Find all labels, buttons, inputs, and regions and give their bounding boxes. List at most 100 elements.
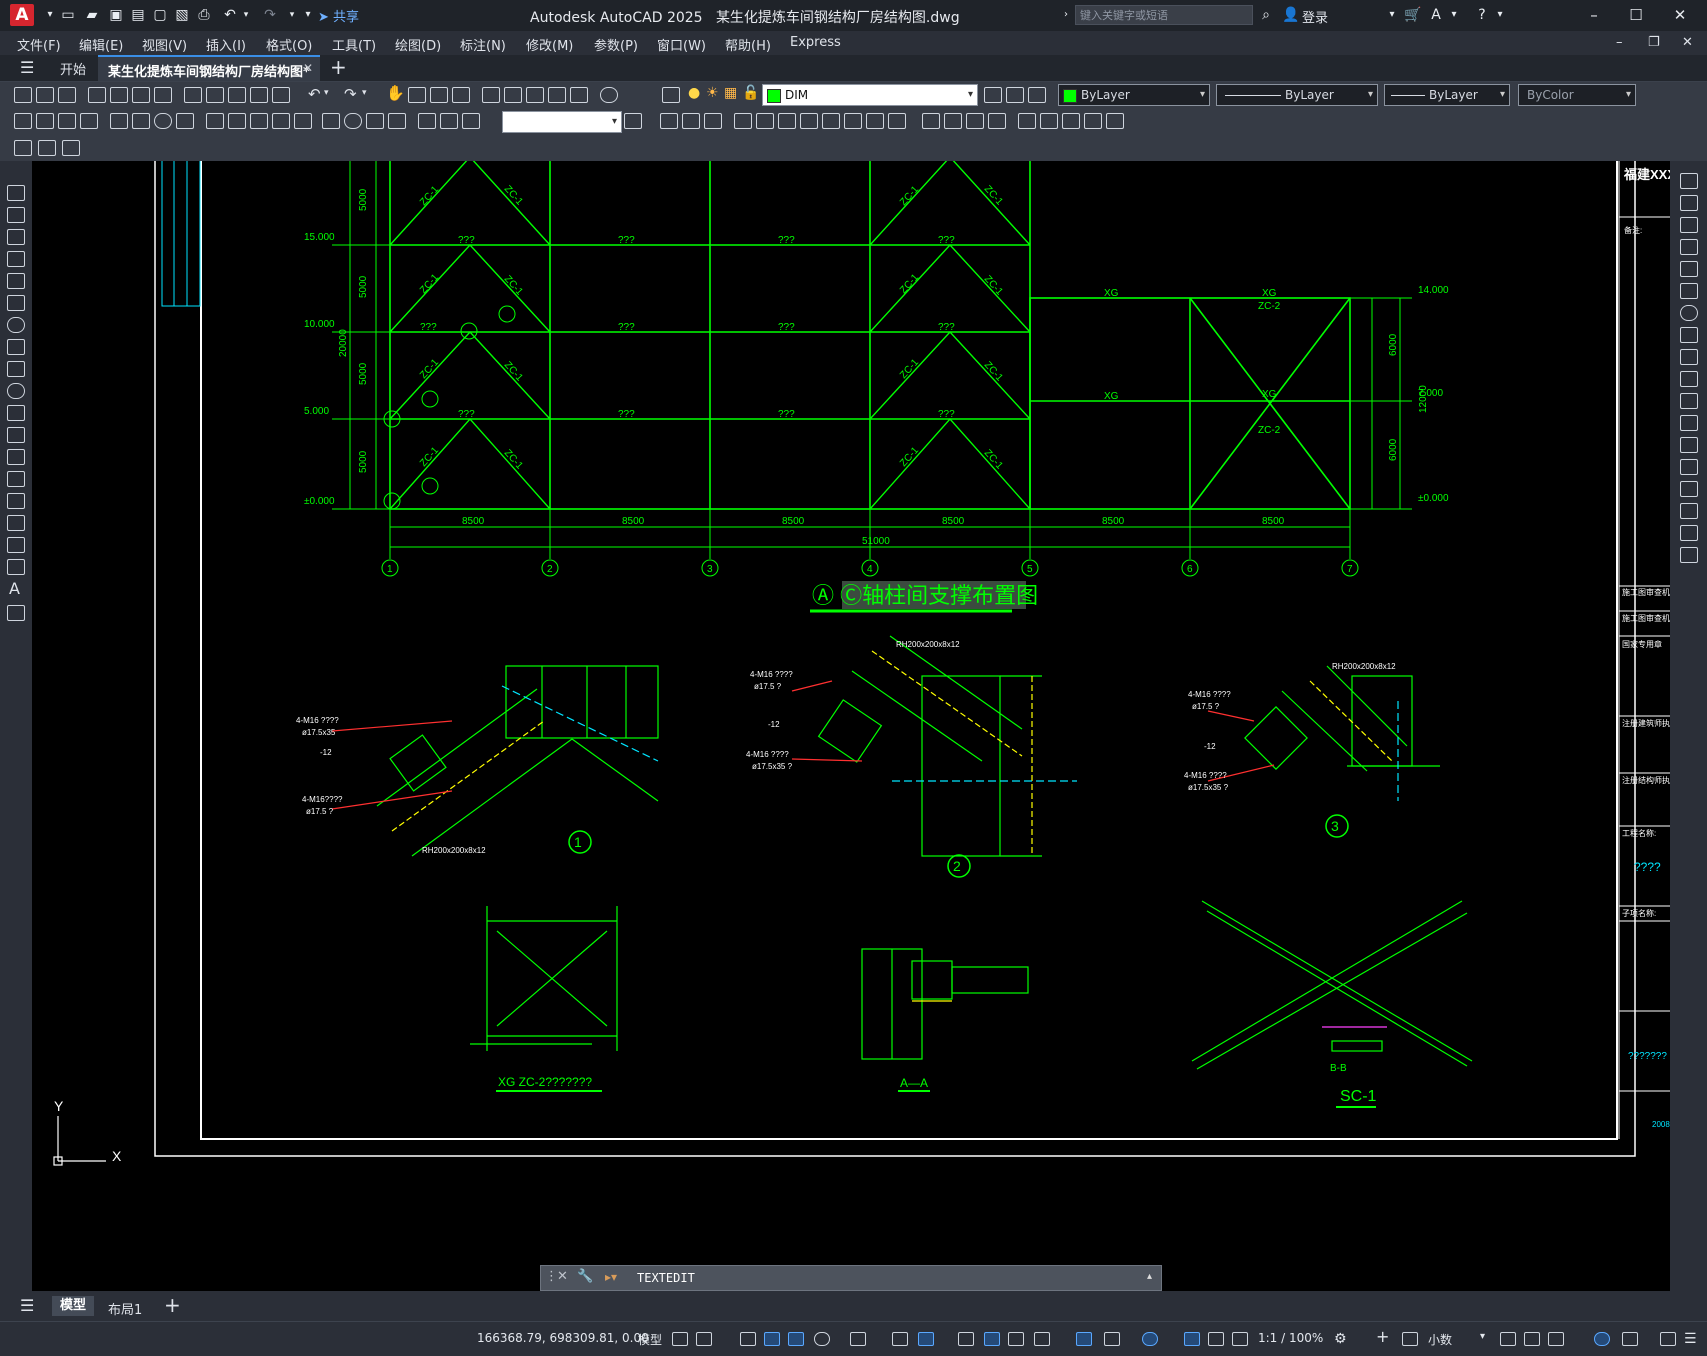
search-input[interactable]: 键入关键字或短语: [1075, 5, 1253, 25]
line-icon[interactable]: [7, 185, 25, 201]
extend-icon[interactable]: [1680, 393, 1698, 409]
help-tool-icon[interactable]: [600, 87, 618, 103]
autocad-logo-icon[interactable]: A: [10, 4, 34, 26]
center-mark-icon[interactable]: [344, 113, 362, 129]
rotate-icon[interactable]: [1680, 305, 1698, 321]
undo-tool-dropdown-icon[interactable]: ▾: [324, 88, 329, 98]
help-icon[interactable]: ?: [1474, 7, 1490, 23]
search-expand-icon[interactable]: ›: [1058, 7, 1074, 23]
close-window-button[interactable]: ✕: [1660, 4, 1700, 26]
markup-icon[interactable]: [570, 87, 588, 103]
lineweight-icon[interactable]: [958, 1332, 974, 1346]
trim-icon[interactable]: [1680, 371, 1698, 387]
quick-dim-icon[interactable]: [206, 113, 224, 129]
3d-print-icon[interactable]: [154, 87, 172, 103]
spline-icon[interactable]: [7, 361, 25, 377]
polygon-icon[interactable]: [7, 251, 25, 267]
aligned-dim-icon[interactable]: [36, 113, 54, 129]
autodesk-a360-icon[interactable]: A: [1428, 7, 1444, 23]
redo-icon[interactable]: ↷: [262, 7, 278, 23]
hatch-icon[interactable]: [7, 493, 25, 509]
coordinate-readout[interactable]: 166368.79, 698309.81, 0.00: [477, 1331, 649, 1345]
doc-close-button[interactable]: ✕: [1682, 35, 1693, 50]
ellipse-icon[interactable]: [7, 383, 25, 399]
zoom-realtime-icon[interactable]: [408, 87, 426, 103]
color-dropdown[interactable]: ByLayer ▾: [1058, 84, 1210, 106]
add-selected-icon[interactable]: [7, 605, 25, 621]
menu-window[interactable]: 窗口(W): [657, 35, 706, 54]
dim-style-dropdown[interactable]: ▾: [502, 111, 622, 133]
layer-isolate-icon[interactable]: [38, 140, 56, 156]
tab-model[interactable]: 模型: [52, 1296, 94, 1316]
a360-dropdown-icon[interactable]: ▾: [1446, 7, 1462, 23]
array-icon[interactable]: [1680, 261, 1698, 277]
circle-icon[interactable]: [7, 317, 25, 333]
offset-icon[interactable]: [1680, 239, 1698, 255]
blend-curves-icon[interactable]: [1680, 525, 1698, 541]
multiline-text-icon[interactable]: A: [9, 579, 20, 598]
match-properties-icon[interactable]: [250, 87, 268, 103]
sweep-icon[interactable]: [778, 113, 796, 129]
search-icon[interactable]: ⌕: [1258, 7, 1274, 23]
workspace-gear-icon[interactable]: ⚙: [1334, 1331, 1347, 1347]
selection-cycling-icon[interactable]: [1008, 1332, 1024, 1346]
redo-tool-dropdown-icon[interactable]: ▾: [362, 88, 367, 98]
radius-dim-icon[interactable]: [110, 113, 128, 129]
selection-filter-icon[interactable]: [1104, 1332, 1120, 1346]
publish-icon[interactable]: [132, 87, 150, 103]
move-icon[interactable]: [1680, 283, 1698, 299]
scale-icon[interactable]: [1680, 327, 1698, 343]
save-as-icon[interactable]: ▤: [130, 7, 146, 23]
redo-dropdown-icon[interactable]: ▾: [284, 7, 300, 23]
snap-mode-icon[interactable]: [696, 1332, 712, 1346]
jogged-dim-icon[interactable]: [132, 113, 150, 129]
imprint-icon[interactable]: [1040, 113, 1058, 129]
undo-dropdown-icon[interactable]: ▾: [238, 7, 254, 23]
menu-draw[interactable]: 绘图(D): [395, 35, 441, 54]
print-preview-icon[interactable]: [110, 87, 128, 103]
close-cmd-icon[interactable]: ✕: [557, 1269, 568, 1284]
menu-file[interactable]: 文件(F): [17, 35, 61, 54]
add-layout-button[interactable]: +: [164, 1293, 181, 1317]
baseline-dim-icon[interactable]: [228, 113, 246, 129]
menu-help[interactable]: 帮助(H): [725, 35, 771, 54]
interfere-icon[interactable]: [966, 113, 984, 129]
tool-palettes-icon[interactable]: [526, 87, 544, 103]
gradient-icon[interactable]: [7, 515, 25, 531]
menu-dimension[interactable]: 标注(N): [460, 35, 506, 54]
quick-properties-icon[interactable]: [1500, 1332, 1516, 1346]
command-history-icon[interactable]: ▴: [1147, 1271, 1152, 1282]
dim-update-icon[interactable]: [462, 113, 480, 129]
undo-tool-icon[interactable]: ↶: [308, 85, 321, 103]
minimize-button[interactable]: –: [1574, 4, 1614, 26]
open-icon[interactable]: [36, 87, 54, 103]
stretch-icon[interactable]: [1680, 349, 1698, 365]
menu-view[interactable]: 视图(V): [142, 35, 187, 54]
share-button[interactable]: ➤ 共享: [318, 6, 359, 25]
sheet-set-icon[interactable]: [548, 87, 566, 103]
tab-layout1[interactable]: 布局1: [108, 1299, 142, 1318]
layout-menu-icon[interactable]: ☰: [20, 1296, 34, 1315]
hardware-acceleration-icon[interactable]: [1594, 1332, 1610, 1346]
ortho-mode-icon[interactable]: [788, 1332, 804, 1346]
tab-start[interactable]: 开始: [60, 59, 86, 78]
revision-cloud-icon[interactable]: [7, 339, 25, 355]
isolate-objects-icon[interactable]: [1548, 1332, 1564, 1346]
3d-osnap-icon[interactable]: [1034, 1332, 1050, 1346]
freeze-icon[interactable]: ▦: [724, 85, 737, 101]
revolve-icon[interactable]: [800, 113, 818, 129]
maximize-button[interactable]: ☐: [1616, 4, 1656, 26]
menu-format[interactable]: 格式(O): [266, 35, 312, 54]
units-value[interactable]: 小数: [1428, 1331, 1452, 1348]
model-space-toggle[interactable]: 模型: [638, 1331, 662, 1348]
mirror-icon[interactable]: [1680, 217, 1698, 233]
annotation-monitor-icon[interactable]: +: [1376, 1327, 1389, 1346]
login-button[interactable]: 登录: [1302, 7, 1328, 26]
layer-previous-icon[interactable]: [1006, 87, 1024, 103]
menu-tools[interactable]: 工具(T): [332, 35, 376, 54]
lock-ui-icon[interactable]: [1524, 1332, 1540, 1346]
print-icon[interactable]: [88, 87, 106, 103]
logo-dropdown-icon[interactable]: ▾: [42, 7, 58, 23]
help-dropdown-icon[interactable]: ▾: [1492, 7, 1508, 23]
intersect-icon[interactable]: [888, 113, 906, 129]
